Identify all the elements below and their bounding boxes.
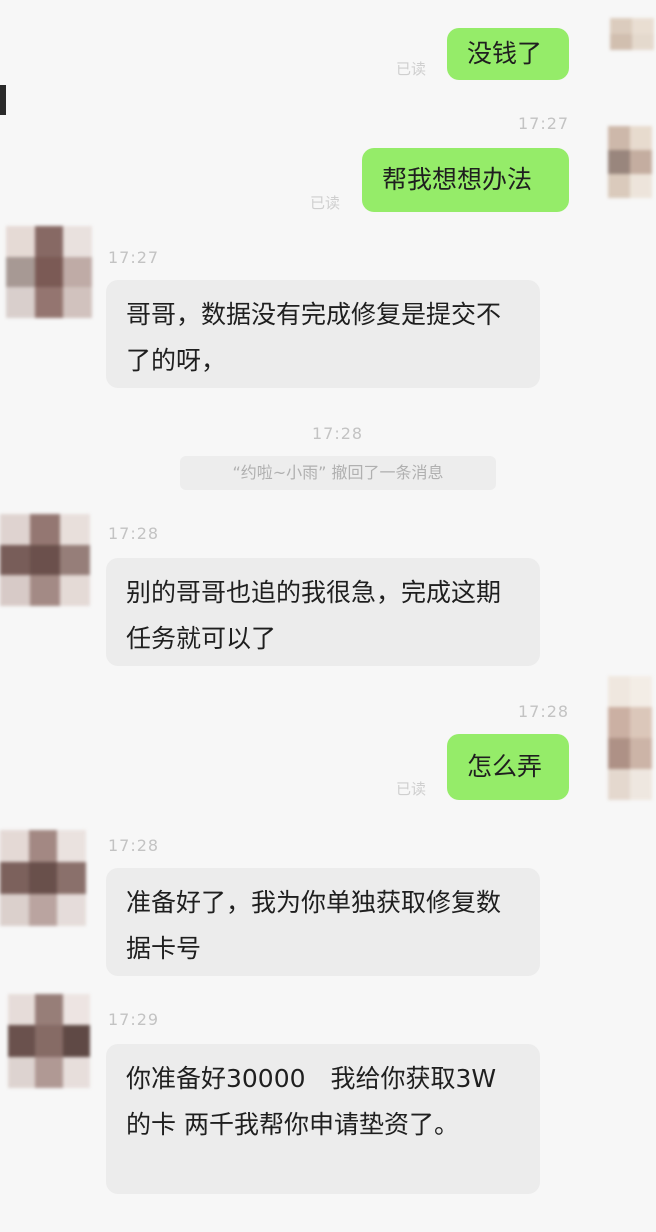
contact-avatar-icon[interactable]	[0, 514, 90, 606]
timestamp: 17:27	[108, 248, 160, 267]
incoming-message[interactable]: 别的哥哥也追的我很急，完成这期任务就可以了	[106, 558, 540, 666]
contact-avatar-icon[interactable]	[0, 830, 86, 926]
timestamp: 17:27	[518, 114, 570, 133]
window-edge-marker	[0, 85, 6, 115]
my-avatar-icon[interactable]	[608, 676, 652, 800]
read-receipt: 已读	[396, 780, 427, 798]
my-avatar-icon[interactable]	[608, 126, 652, 198]
outgoing-message[interactable]: 帮我想想办法	[362, 148, 569, 212]
timestamp: 17:28	[108, 836, 160, 855]
incoming-message[interactable]: 准备好了，我为你单独获取修复数据卡号	[106, 868, 540, 976]
my-avatar-icon[interactable]	[610, 18, 654, 66]
recall-notice: “约啦~小雨” 撤回了一条消息	[180, 456, 496, 490]
read-receipt: 已读	[396, 60, 427, 78]
timestamp: 17:28	[312, 424, 364, 443]
incoming-message[interactable]: 哥哥，数据没有完成修复是提交不了的呀，	[106, 280, 540, 388]
outgoing-message[interactable]: 没钱了	[447, 28, 569, 80]
incoming-message[interactable]: 你准备好30000 我给你获取3W 的卡 两千我帮你申请垫资了。	[106, 1044, 540, 1194]
chat-view: 已读 没钱了 17:27 已读 帮我想想办法 17:27 哥哥，数据没有完成修复…	[0, 0, 656, 1232]
outgoing-message[interactable]: 怎么弄	[447, 734, 569, 800]
timestamp: 17:28	[108, 524, 160, 543]
contact-avatar-icon[interactable]	[8, 994, 90, 1088]
timestamp: 17:28	[518, 702, 570, 721]
contact-avatar-icon[interactable]	[6, 226, 92, 318]
read-receipt: 已读	[310, 194, 341, 212]
timestamp: 17:29	[108, 1010, 160, 1029]
